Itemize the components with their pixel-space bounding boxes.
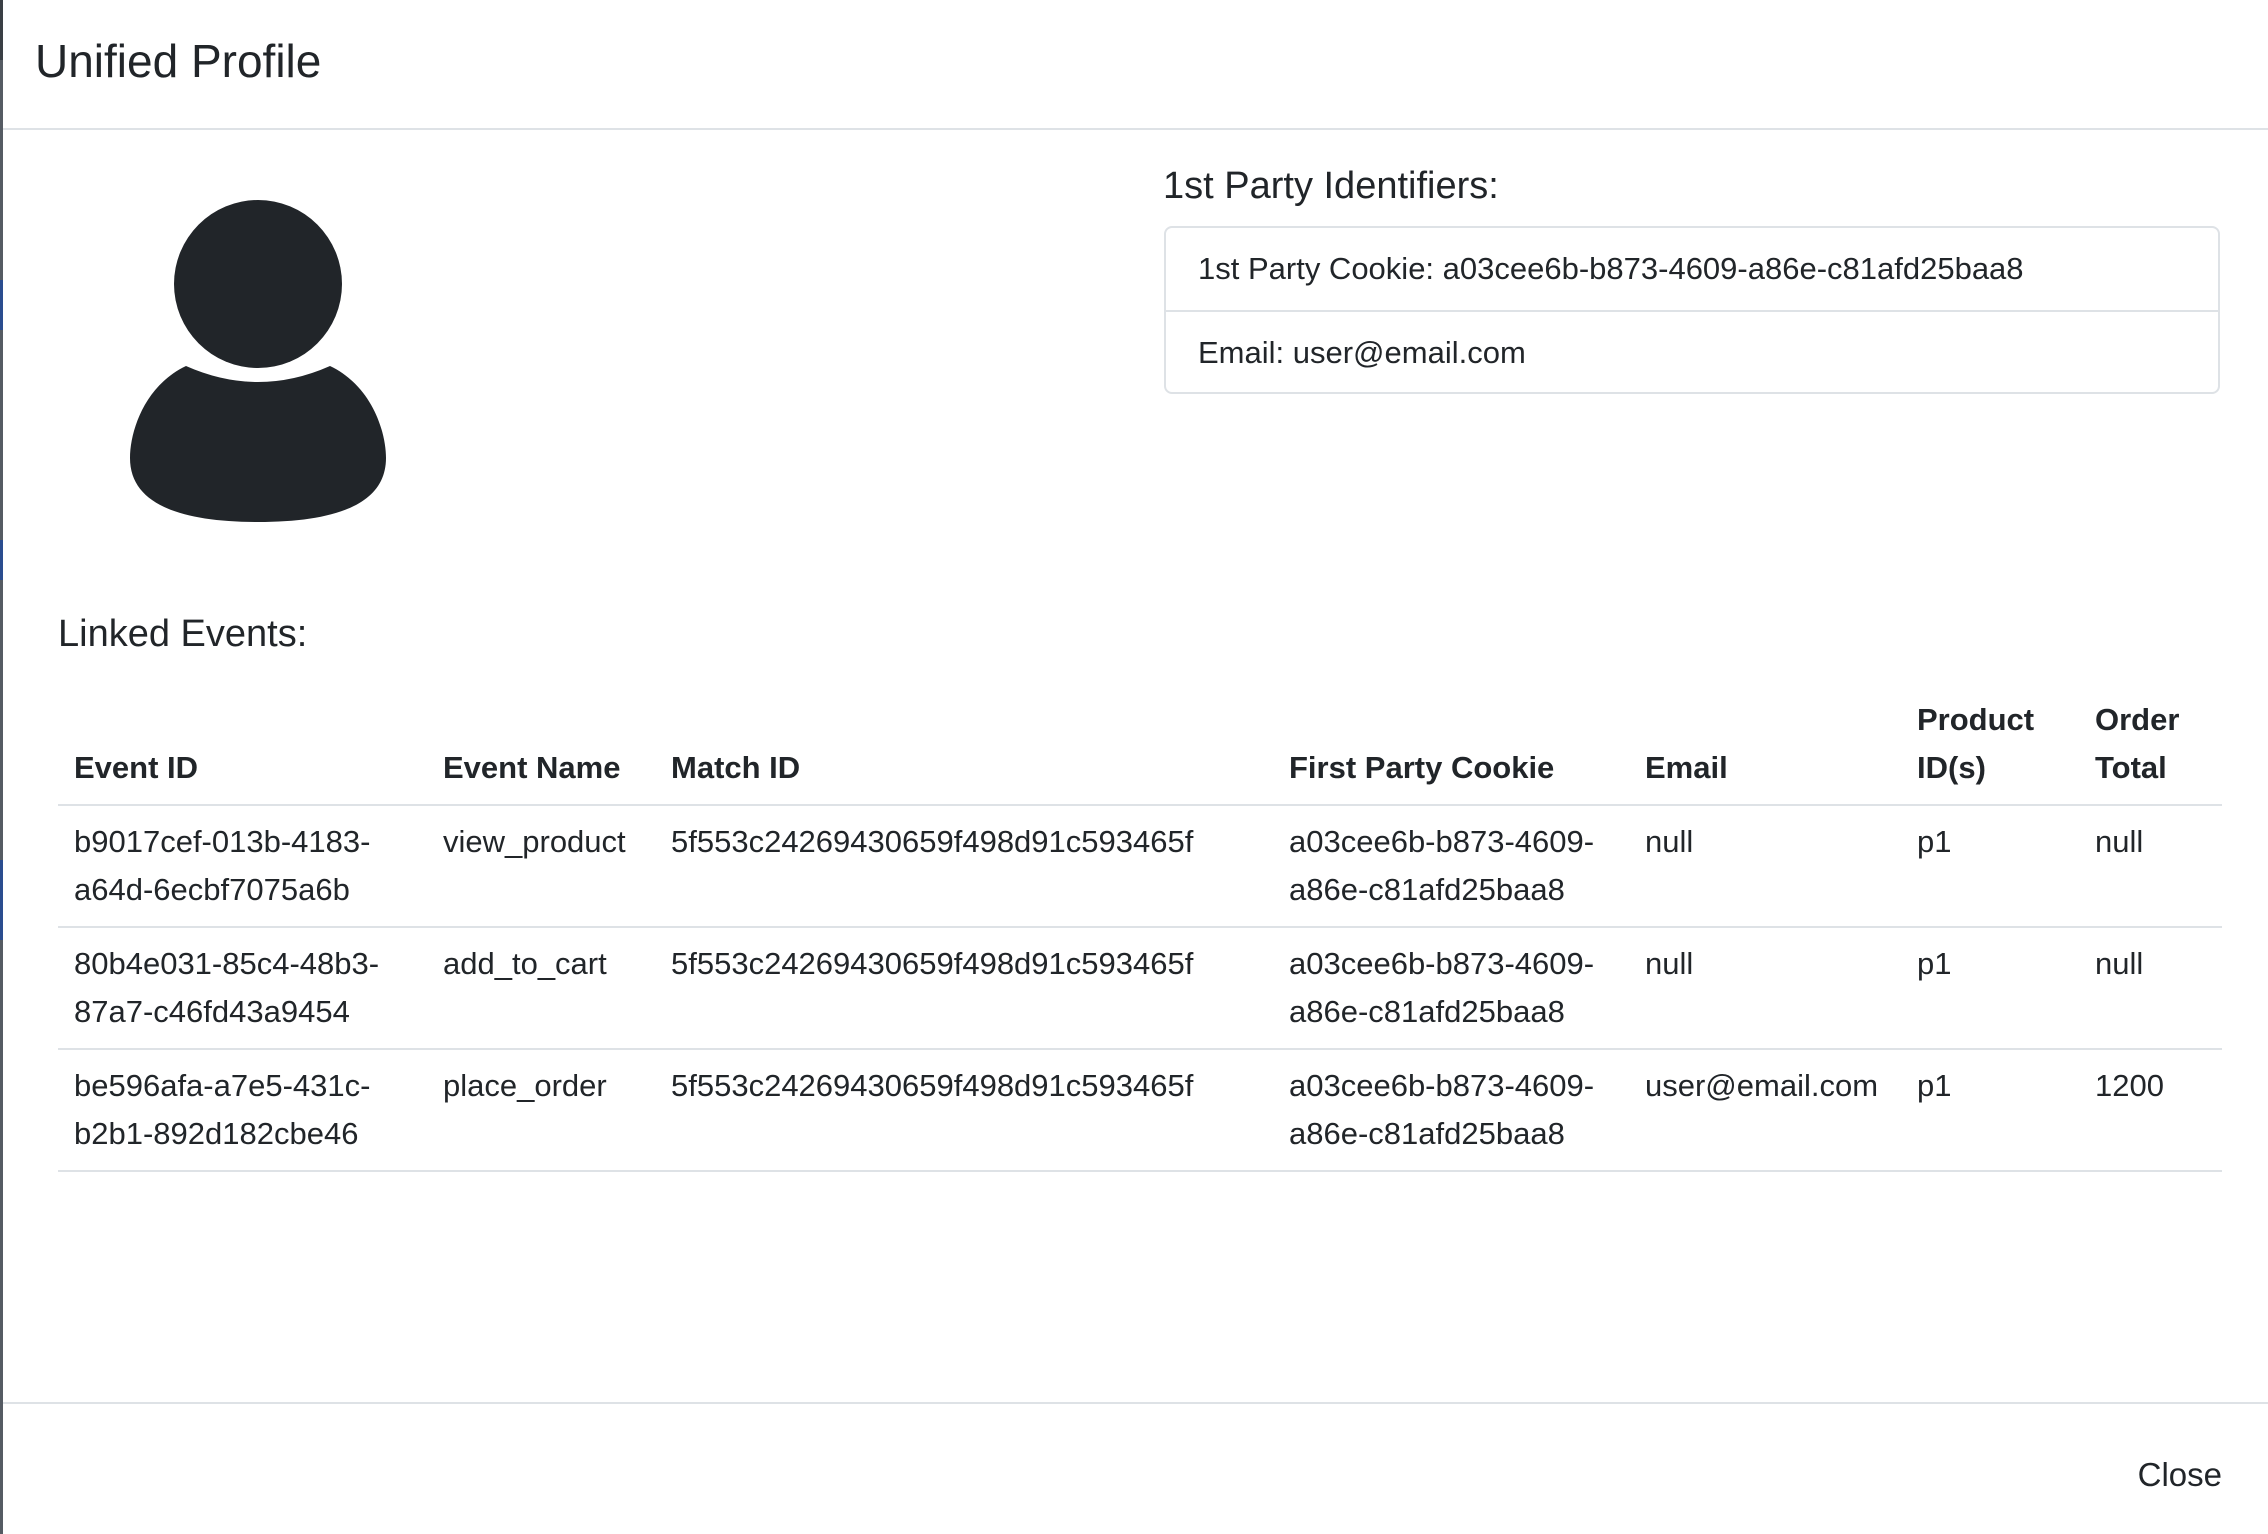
column-header-email: Email	[1629, 684, 1901, 806]
background-edge-accent	[0, 280, 3, 330]
cell-event-id: be596afa-a7e5-431c-b2b1-892d182cbe46	[58, 1049, 427, 1172]
cell-event-name: view_product	[427, 805, 655, 928]
cell-event-name: add_to_cart	[427, 927, 655, 1050]
cell-match-id: 5f553c24269430659f498d91c593465f	[655, 805, 1273, 928]
cell-first-party-cookie: a03cee6b-b873-4609-a86e-c81afd25baa8	[1273, 805, 1629, 928]
modal-footer: Close	[3, 1402, 2268, 1534]
background-edge-accent	[0, 860, 3, 940]
identifiers-heading: 1st Party Identifiers:	[1163, 165, 1499, 207]
close-button[interactable]: Close	[2138, 1456, 2222, 1494]
background-edge-accent	[0, 540, 3, 580]
cell-order-total: null	[2079, 805, 2222, 928]
column-header-first-party-cookie: First Party Cookie	[1273, 684, 1629, 806]
column-header-match-id: Match ID	[655, 684, 1273, 806]
cell-order-total: null	[2079, 927, 2222, 1050]
column-header-event-name: Event Name	[427, 684, 655, 806]
modal-title: Unified Profile	[35, 35, 322, 87]
column-header-event-id: Event ID	[58, 684, 427, 806]
unified-profile-modal: Unified Profile 1st Party Identifiers: 1…	[0, 0, 2268, 1534]
cell-match-id: 5f553c24269430659f498d91c593465f	[655, 1049, 1273, 1172]
events-heading: Linked Events:	[58, 613, 308, 655]
cell-product-ids: p1	[1901, 805, 2079, 928]
cell-event-id: 80b4e031-85c4-48b3-87a7-c46fd43a9454	[58, 927, 427, 1050]
cell-email: null	[1629, 927, 1901, 1050]
column-header-product-ids: Product ID(s)	[1901, 684, 2079, 806]
table-row: be596afa-a7e5-431c-b2b1-892d182cbe46 pla…	[58, 1049, 2222, 1172]
cell-match-id: 5f553c24269430659f498d91c593465f	[655, 927, 1273, 1050]
identifier-list: 1st Party Cookie: a03cee6b-b873-4609-a86…	[1164, 226, 2220, 394]
table-header-row: Event ID Event Name Match ID First Party…	[58, 684, 2222, 806]
cell-product-ids: p1	[1901, 927, 2079, 1050]
user-silhouette-icon	[130, 200, 386, 522]
cell-product-ids: p1	[1901, 1049, 2079, 1172]
table-row: 80b4e031-85c4-48b3-87a7-c46fd43a9454 add…	[58, 927, 2222, 1050]
cell-event-id: b9017cef-013b-4183-a64d-6ecbf7075a6b	[58, 805, 427, 928]
modal-header: Unified Profile	[3, 0, 2268, 130]
column-header-order-total: Order Total	[2079, 684, 2222, 806]
identifier-cookie: 1st Party Cookie: a03cee6b-b873-4609-a86…	[1198, 251, 2024, 286]
cell-order-total: 1200	[2079, 1049, 2222, 1172]
cell-email: user@email.com	[1629, 1049, 1901, 1172]
events-table: Event ID Event Name Match ID First Party…	[58, 684, 2222, 1172]
cell-event-name: place_order	[427, 1049, 655, 1172]
identifier-email: Email: user@email.com	[1166, 310, 2218, 392]
table-row: b9017cef-013b-4183-a64d-6ecbf7075a6b vie…	[58, 805, 2222, 928]
cell-first-party-cookie: a03cee6b-b873-4609-a86e-c81afd25baa8	[1273, 927, 1629, 1050]
background-edge	[0, 0, 3, 1534]
cell-email: null	[1629, 805, 1901, 928]
cell-first-party-cookie: a03cee6b-b873-4609-a86e-c81afd25baa8	[1273, 1049, 1629, 1172]
